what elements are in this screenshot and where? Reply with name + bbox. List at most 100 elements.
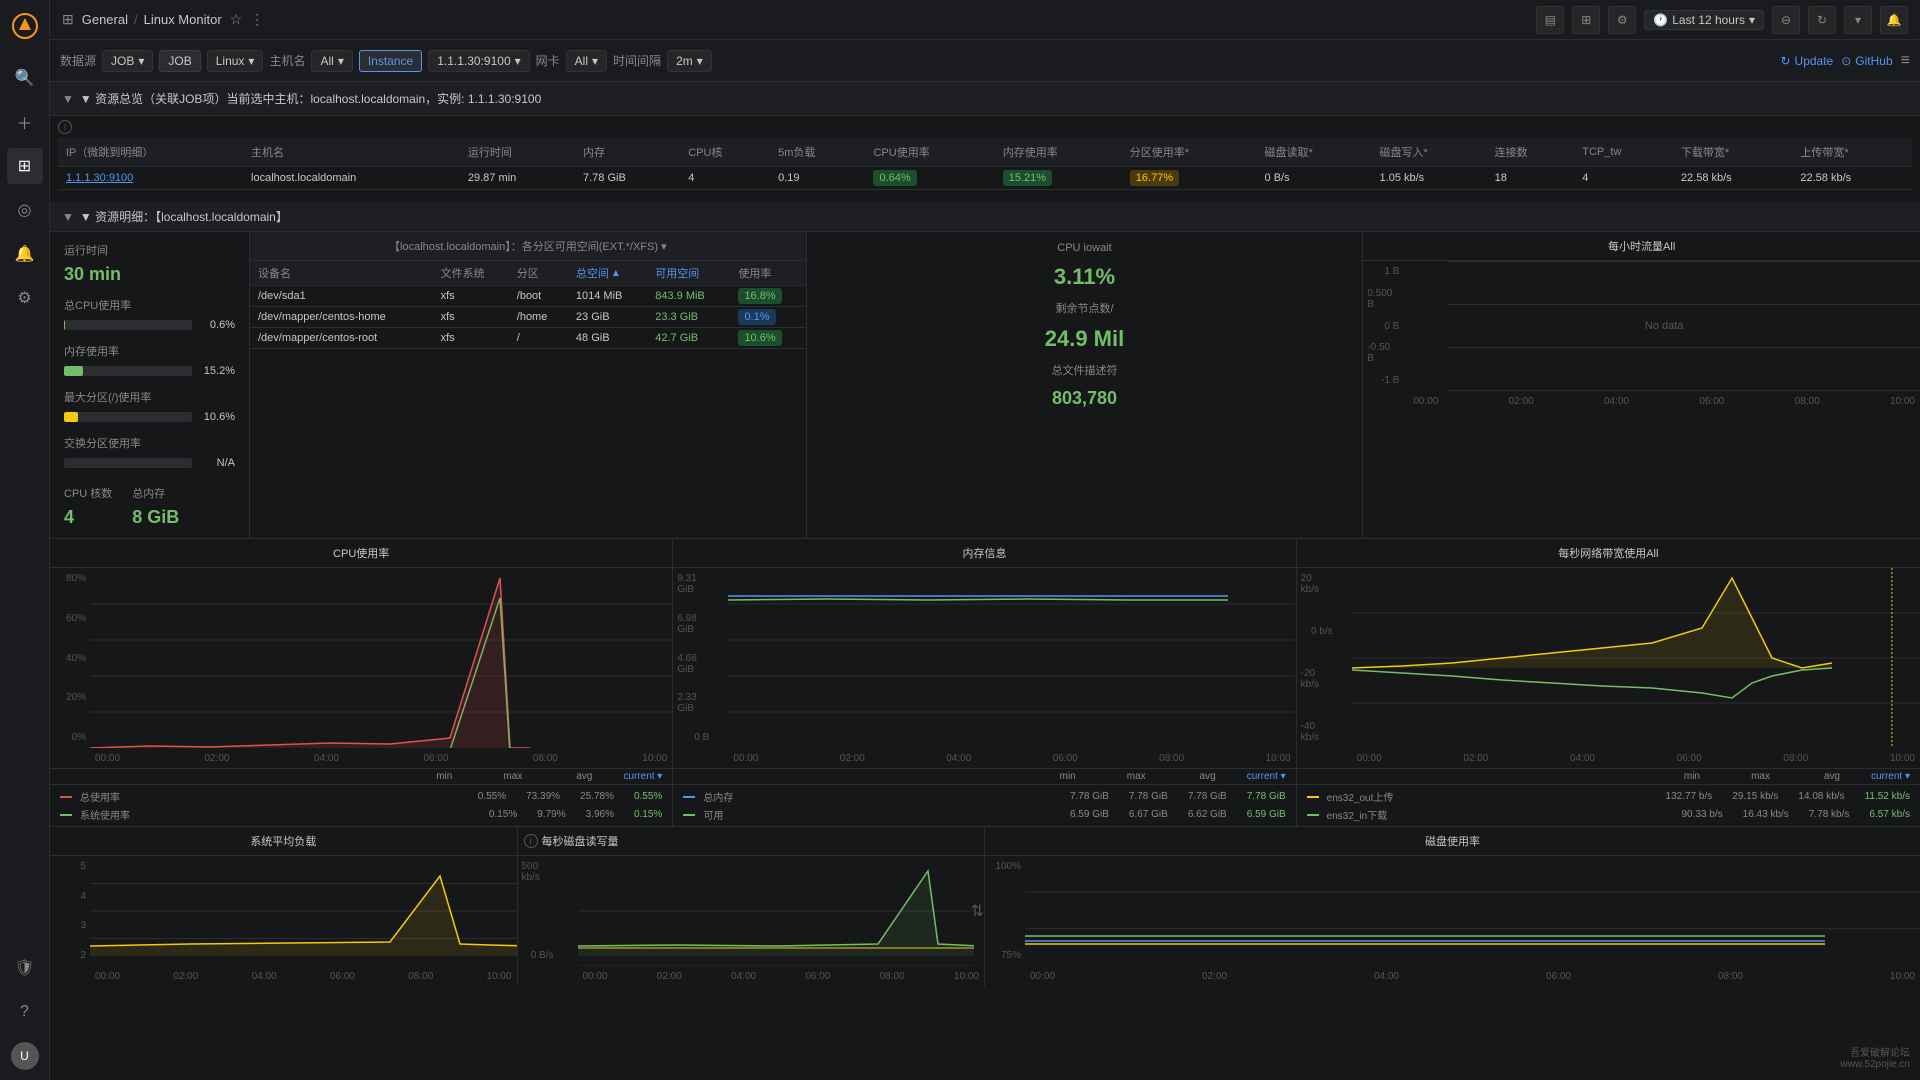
cpu-y-80: 80% <box>66 573 86 584</box>
network-chart-svg <box>1352 568 1920 748</box>
datasource-select[interactable]: JOB ▾ <box>102 50 153 72</box>
info-icon[interactable]: i <box>58 120 72 134</box>
cpu-lh-max: max <box>472 771 522 782</box>
overview-table-wrap: IP（微跳到明细） 主机名 运行时间 内存 CPU核 5m负载 CPU使用率 内… <box>50 138 1920 198</box>
mem-total-values: 7.78 GiB 7.78 GiB 7.78 GiB 7.78 GiB <box>1070 791 1286 802</box>
cpu-usage-bar-val: 0.6% <box>200 319 235 331</box>
sidebar-item-add[interactable]: ＋ <box>7 104 43 140</box>
network-chart-title: 每秒网络带宽使用All <box>1297 539 1920 568</box>
network-select[interactable]: All ▾ <box>566 50 607 72</box>
refresh-dropdown-btn[interactable]: ▾ <box>1844 6 1872 34</box>
app-logo <box>9 10 41 42</box>
swap-bar-val: N/A <box>200 457 235 469</box>
du-y-100: 100% <box>995 861 1021 872</box>
zoom-out-btn[interactable]: ⊖ <box>1772 6 1800 34</box>
mem-usage-progress-fill <box>64 366 83 376</box>
memory-chart-area: 9.31 GiB 6.98 GiB 4.66 GiB 2.33 GiB 0 B <box>673 568 1295 768</box>
usage-2: 0.1% <box>730 307 805 328</box>
github-button[interactable]: ⊙ GitHub <box>1841 54 1892 68</box>
star-icon[interactable]: ☆ <box>230 11 243 28</box>
y-label-0: 0 B <box>1384 321 1399 332</box>
detail-chevron[interactable]: ▼ <box>62 210 74 224</box>
host-select[interactable]: All ▾ <box>311 50 352 72</box>
watermark: 吾爱破解论坛 www.52pojie.cn <box>1841 1044 1910 1070</box>
sidebar-item-avatar[interactable]: U <box>11 1042 39 1070</box>
gear-btn[interactable]: ⚙ <box>1608 6 1636 34</box>
bar-chart-btn[interactable]: ▤ <box>1536 6 1564 34</box>
grid-line-1 <box>1448 261 1920 262</box>
th-load: 5m负载 <box>770 138 865 167</box>
time-range-selector[interactable]: 🕐 Last 12 hours ▾ <box>1644 10 1764 30</box>
system-load-x-labels: 00:00 02:00 04:00 06:00 08:00 10:00 <box>90 966 517 986</box>
mem-lh-min: min <box>1026 771 1076 782</box>
disk-usage-inner <box>1025 856 1920 966</box>
sidebar-item-dashboard[interactable]: ⊞ <box>7 148 43 184</box>
instance-tag[interactable]: Instance <box>359 50 422 72</box>
share-icon[interactable]: ⋮ <box>250 11 264 28</box>
disk-dropdown-icon[interactable]: ▾ <box>661 241 667 253</box>
th-mount: 分区 <box>509 261 568 286</box>
sidebar-item-settings[interactable]: ⚙ <box>7 280 43 316</box>
max-disk-progress-fill <box>64 412 78 422</box>
sidebar-item-bell[interactable]: 🔔 <box>7 236 43 272</box>
system-load-area: 5 4 3 2 <box>50 856 517 986</box>
mem-lh-current[interactable]: current ▾ <box>1236 771 1286 782</box>
disk-io-info-icon[interactable]: i <box>524 834 538 848</box>
ip-link[interactable]: 1.1.1.30:9100 <box>66 172 133 184</box>
overview-chevron[interactable]: ▼ <box>62 92 74 106</box>
menu-icon[interactable]: ≡ <box>1901 52 1910 70</box>
mem-avail-label: 可用 <box>703 807 723 822</box>
total-memory-label: 总内存 <box>132 485 179 501</box>
swap-bar-row: N/A <box>64 457 235 469</box>
device-2: /dev/mapper/centos-home <box>250 307 433 328</box>
cpu-chart-inner <box>90 568 672 748</box>
flow-chart-inner: No data <box>1408 261 1920 391</box>
mem-avail-color <box>683 814 695 816</box>
mem-usage-bar-row: 15.2% <box>64 365 235 377</box>
y-label-1B: 1 B <box>1384 266 1399 277</box>
chart-resize-handle[interactable]: ⇅ <box>971 901 984 921</box>
grid-icon: ⊞ <box>62 11 74 28</box>
breadcrumb-general[interactable]: General <box>82 12 128 27</box>
disk-io-area: 500 kb/s 0 B/s <box>518 856 985 986</box>
device-3: /dev/mapper/centos-root <box>250 328 433 349</box>
cpu-sys-current: 0.15% <box>634 809 662 820</box>
memory-legend-row-2: 可用 6.59 GiB 6.67 GiB 6.62 GiB 6.59 GiB <box>683 807 1285 822</box>
os-select[interactable]: Linux ▾ <box>207 50 264 72</box>
net-lh-max: max <box>1720 771 1770 782</box>
sl-y-2: 2 <box>80 950 86 961</box>
mem-total-color <box>683 796 695 798</box>
disk-io-svg <box>578 856 975 966</box>
sidebar-item-help[interactable]: ? <box>7 994 43 1030</box>
refresh-btn[interactable]: ↻ <box>1808 6 1836 34</box>
th-download: 下载带宽* <box>1673 138 1792 167</box>
breadcrumb-monitor: Linux Monitor <box>144 12 222 27</box>
no-data-text: No data <box>1645 320 1684 332</box>
instance-select[interactable]: 1.1.1.30:9100 ▾ <box>428 50 529 72</box>
time-interval-select[interactable]: 2m ▾ <box>667 50 712 72</box>
chevron-down-icon: ▾ <box>515 54 521 68</box>
update-button[interactable]: ↻ Update <box>1780 54 1833 68</box>
sidebar-item-shield[interactable]: 🛡 <box>7 950 43 986</box>
y-label-500mB: 0.500 B <box>1367 288 1399 310</box>
alert-btn[interactable]: 🔔 <box>1880 6 1908 34</box>
net-lh-current[interactable]: current ▾ <box>1860 771 1910 782</box>
x-08: 08:00 <box>1795 396 1820 407</box>
header-icons: ▤ ⊞ ⚙ 🕐 Last 12 hours ▾ ⊖ ↻ ▾ 🔔 <box>1536 6 1908 34</box>
cpu-iowait-value: 3.11% <box>821 264 1349 290</box>
job-tag[interactable]: JOB <box>159 50 200 72</box>
sidebar-item-compass[interactable]: ◎ <box>7 192 43 228</box>
cpu-lh-current[interactable]: current ▾ <box>612 771 662 782</box>
memory-x-labels: 00:00 02:00 04:00 06:00 08:00 10:00 <box>728 748 1295 768</box>
cpu-usage-progress-wrap <box>64 320 192 330</box>
du-y-75: 75% <box>1001 950 1021 961</box>
cpu-legend: 总使用率 0.55% 73.39% 25.78% 0.55% <box>50 784 672 826</box>
net-y-0: 0 b/s <box>1311 626 1333 637</box>
th-total[interactable]: 总空间 ▲ <box>568 261 647 286</box>
disk-io-y-labels: 500 kb/s 0 B/s <box>518 856 558 966</box>
sidebar-item-search[interactable]: 🔍 <box>7 60 43 96</box>
cpu-usage-stat: 总CPU使用率 0.6% <box>64 297 235 331</box>
mem-avail-min: 6.59 GiB <box>1070 809 1109 820</box>
flow-chart-x-labels: 00:00 02:00 04:00 06:00 08:00 10:00 <box>1408 391 1920 411</box>
table-btn[interactable]: ⊞ <box>1572 6 1600 34</box>
